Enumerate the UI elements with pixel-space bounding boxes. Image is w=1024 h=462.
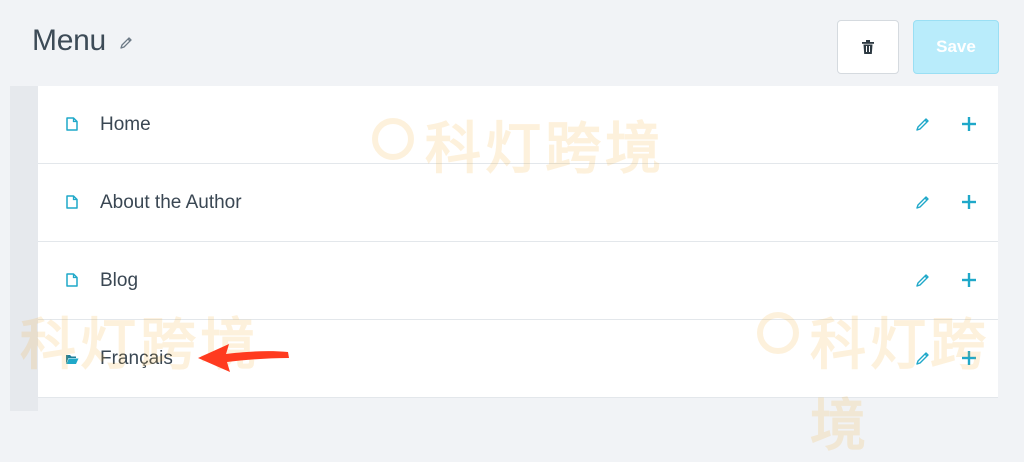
page-icon bbox=[66, 195, 78, 209]
page-icon bbox=[66, 273, 78, 287]
edit-pencil-icon[interactable] bbox=[915, 273, 930, 288]
menu-item-label: Blog bbox=[100, 270, 139, 291]
menu-item-label: About the Author bbox=[100, 192, 242, 213]
edit-pencil-icon[interactable] bbox=[915, 195, 930, 210]
edit-title-pencil-icon[interactable] bbox=[119, 36, 133, 50]
trash-icon bbox=[862, 40, 874, 54]
watermark-logo-icon bbox=[372, 118, 414, 160]
watermark-text: 科灯跨境 bbox=[810, 313, 990, 457]
delete-button[interactable] bbox=[837, 20, 899, 74]
annotation-arrow-icon bbox=[198, 344, 289, 372]
menu-item-label: Home bbox=[100, 114, 151, 135]
add-plus-icon[interactable] bbox=[959, 270, 979, 290]
page-title: Menu bbox=[32, 24, 106, 57]
page-icon bbox=[66, 117, 78, 131]
edit-pencil-icon[interactable] bbox=[915, 117, 930, 132]
add-plus-icon[interactable] bbox=[959, 114, 979, 134]
add-plus-icon[interactable] bbox=[959, 192, 979, 212]
save-button[interactable]: Save bbox=[913, 20, 999, 74]
watermark-logo-icon bbox=[757, 312, 799, 354]
watermark-text: 科灯跨境 bbox=[425, 117, 665, 180]
page-header: Menu Save bbox=[0, 0, 1024, 86]
